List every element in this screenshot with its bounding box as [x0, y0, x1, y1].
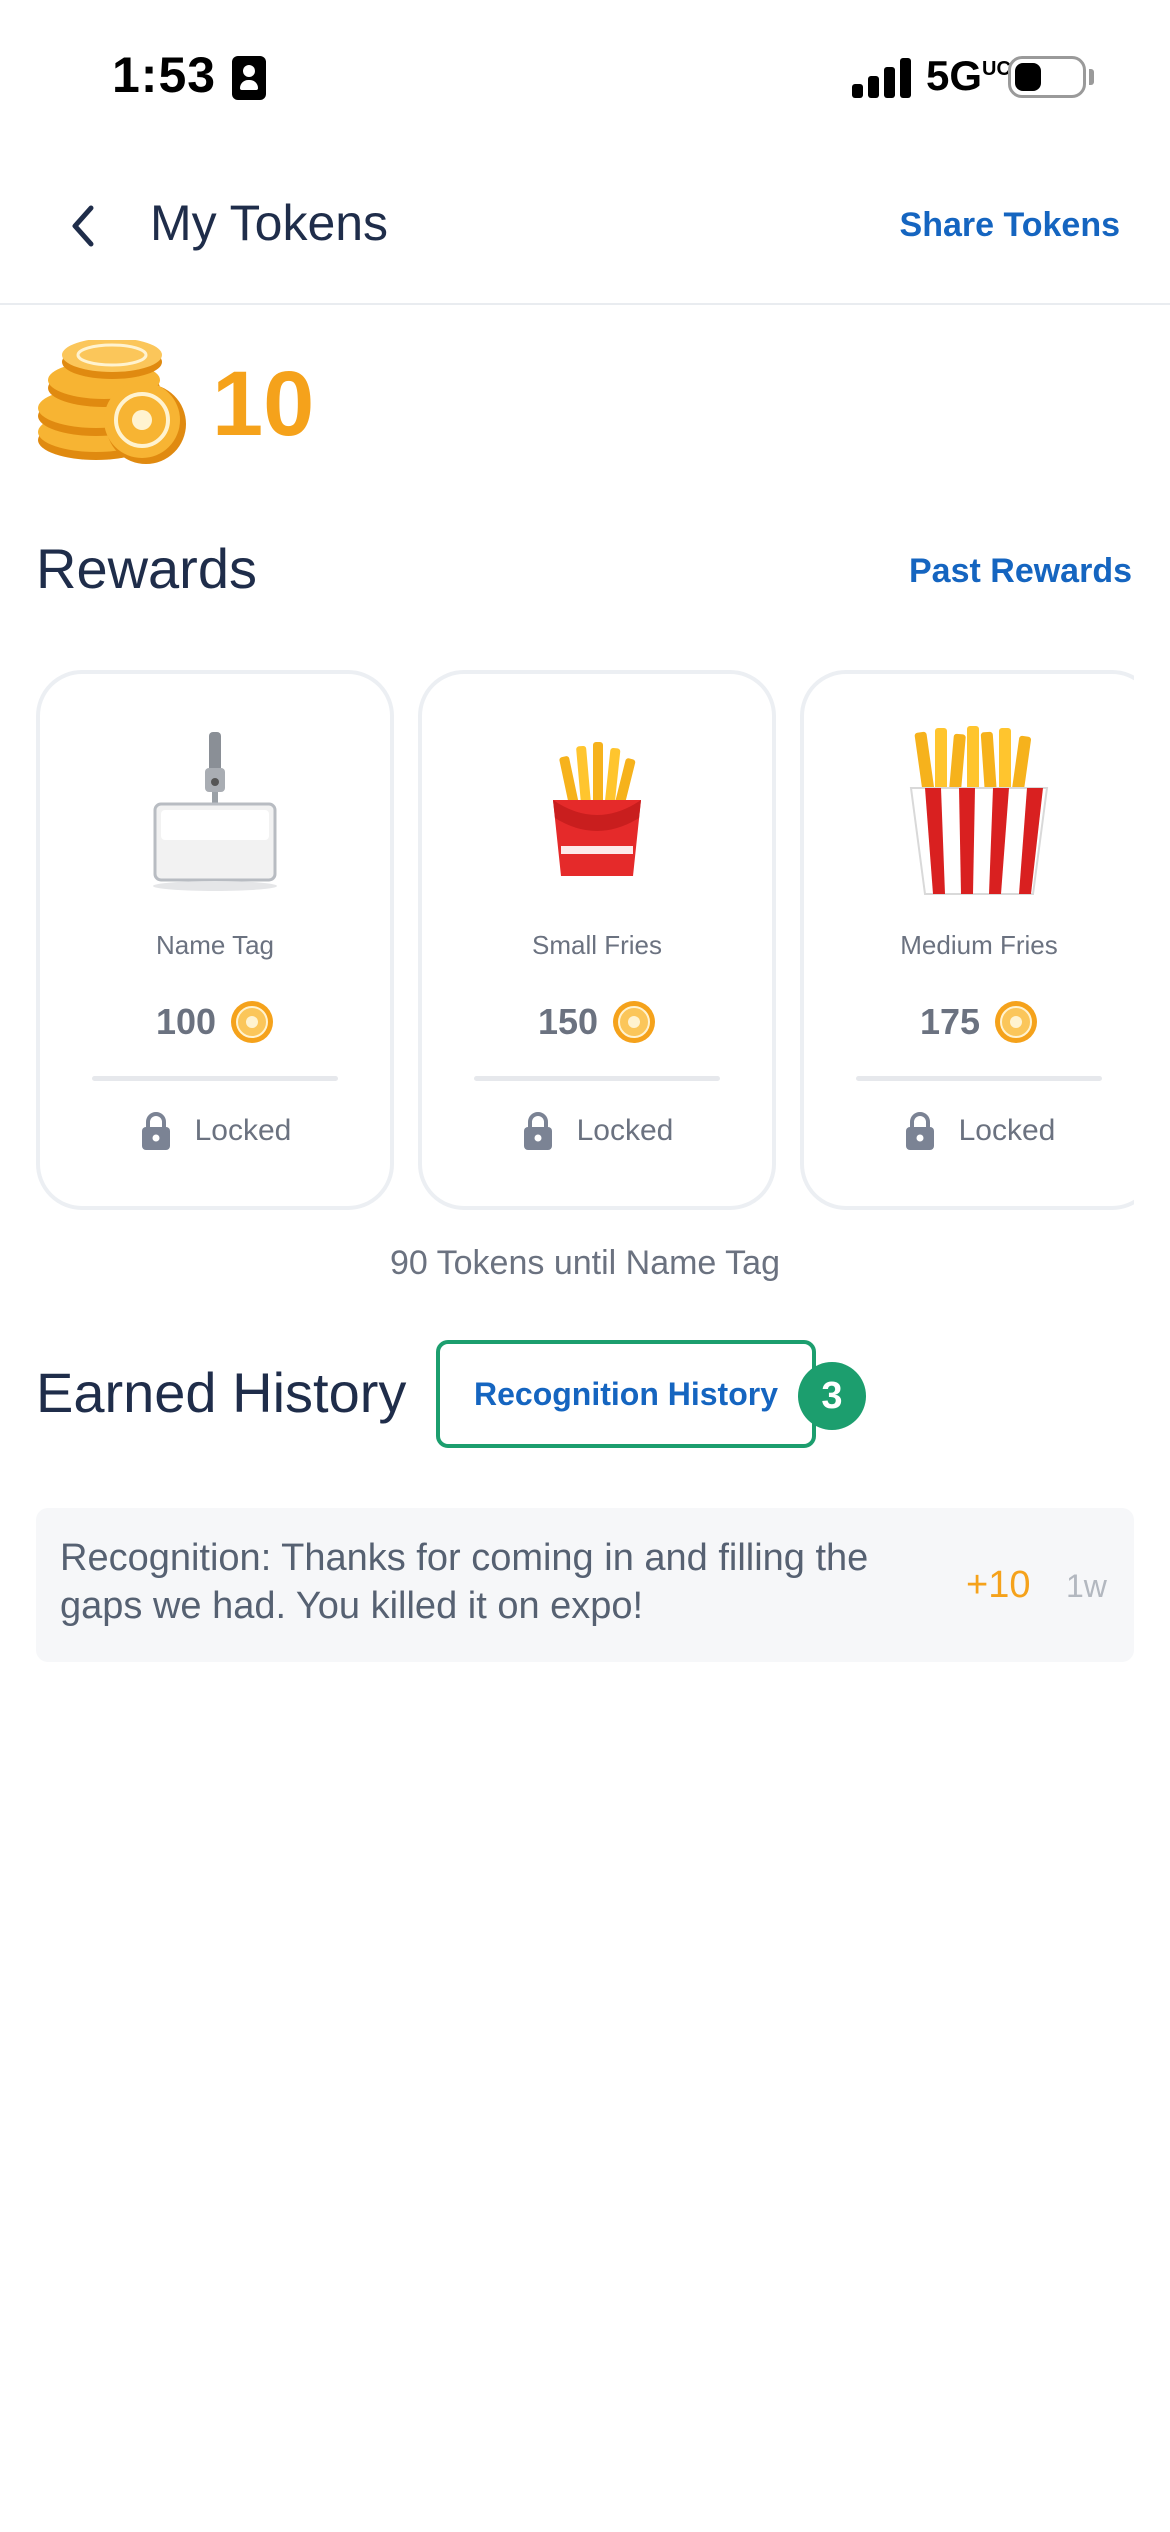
reward-name: Name Tag — [155, 930, 275, 960]
token-balance: 10 — [212, 353, 315, 455]
network-type: 5GUC — [926, 52, 1011, 99]
status-time: 1:53 — [112, 47, 217, 103]
id-card-icon — [232, 56, 266, 100]
card-divider — [474, 1076, 720, 1081]
reward-card-name-tag[interactable]: Name Tag 100 Locked — [36, 670, 394, 1210]
history-time: 1w — [1066, 1568, 1107, 1604]
reward-name: Medium Fries — [900, 930, 1058, 960]
history-text: Recognition: Thanks for coming in and fi… — [60, 1537, 869, 1627]
header: My Tokens Share Tokens — [0, 150, 1170, 305]
chevron-left-icon — [72, 205, 94, 247]
medium-fries-icon — [909, 726, 1049, 895]
coin-icon — [613, 1001, 656, 1043]
earned-history-title: Earned History — [36, 1361, 407, 1424]
reward-name: Small Fries — [531, 930, 662, 960]
lock-icon — [905, 1112, 934, 1150]
coin-icon — [995, 1001, 1038, 1043]
lock-icon — [523, 1112, 552, 1150]
locked-status: Locked — [804, 1110, 1134, 1152]
history-item[interactable]: Recognition: Thanks for coming in and fi… — [36, 1508, 1134, 1662]
locked-label: Locked — [194, 1114, 292, 1147]
back-button[interactable] — [58, 196, 108, 256]
recognition-history-tab[interactable]: Recognition History — [436, 1340, 816, 1448]
network-suffix: UC — [982, 58, 1011, 80]
history-points: +10 — [966, 1564, 1031, 1606]
reward-cost: 150 — [422, 1000, 772, 1044]
reward-card-small-fries[interactable]: Small Fries 150 Locked — [418, 670, 776, 1210]
tokens-until-text: 90 Tokens until Name Tag — [390, 1244, 780, 1282]
lock-icon — [141, 1112, 170, 1150]
reward-cost-value: 100 — [155, 1001, 217, 1042]
reward-cost: 100 — [40, 1000, 390, 1044]
coin-icon — [231, 1001, 274, 1043]
rewards-title: Rewards — [36, 537, 257, 600]
card-divider — [92, 1076, 338, 1081]
battery-cap — [1089, 69, 1094, 85]
battery-icon — [1008, 56, 1086, 98]
locked-status: Locked — [422, 1110, 772, 1152]
reward-cost: 175 — [804, 1000, 1134, 1044]
past-rewards-link[interactable]: Past Rewards — [909, 552, 1132, 591]
coins-stack-icon — [38, 340, 186, 464]
recognition-count-badge: 3 — [798, 1362, 866, 1430]
card-divider — [856, 1076, 1102, 1081]
status-bar: 1:53 5GUC — [0, 0, 1170, 150]
reward-cost-value: 175 — [919, 1001, 981, 1042]
small-fries-icon — [553, 742, 641, 876]
name-tag-icon — [153, 732, 277, 891]
page-title: My Tokens — [150, 195, 389, 251]
reward-card-medium-fries[interactable]: Medium Fries 175 Locked — [800, 670, 1134, 1210]
share-tokens-button[interactable]: Share Tokens — [900, 206, 1120, 245]
locked-label: Locked — [576, 1114, 674, 1147]
rewards-carousel[interactable]: Name Tag 100 Locked Small Fries 150 Lock… — [36, 670, 1134, 1210]
reward-cost-value: 150 — [537, 1001, 599, 1042]
locked-status: Locked — [40, 1110, 390, 1152]
signal-icon — [852, 58, 914, 98]
locked-label: Locked — [958, 1114, 1056, 1147]
